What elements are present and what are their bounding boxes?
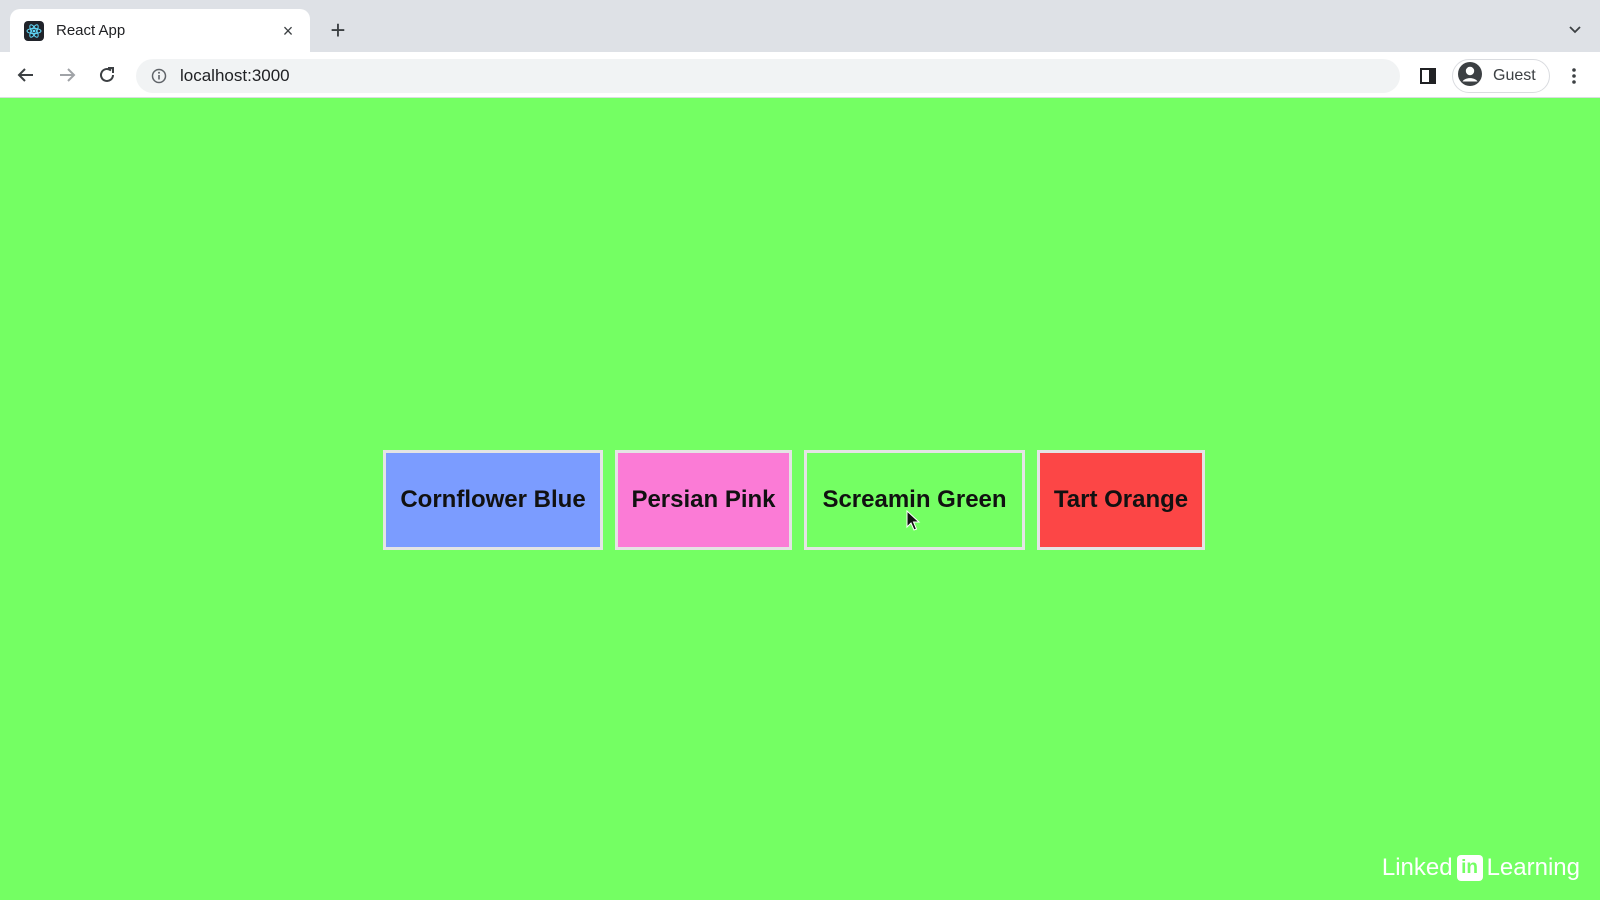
linkedin-logo-icon: in bbox=[1456, 855, 1483, 881]
watermark-left-text: Linked bbox=[1381, 854, 1453, 881]
persian-pink-button[interactable]: Persian Pink bbox=[615, 450, 792, 550]
url-text: localhost:3000 bbox=[180, 66, 290, 85]
avatar-icon bbox=[1457, 61, 1483, 92]
page-content: Cornflower Blue Persian Pink Screamin Gr… bbox=[0, 98, 1600, 900]
tart-orange-button[interactable]: Tart Orange bbox=[1037, 450, 1205, 550]
screamin-green-button[interactable]: Screamin Green bbox=[804, 450, 1025, 550]
new-tab-button[interactable]: + bbox=[324, 16, 352, 44]
linkedin-learning-watermark: Linked in Learning bbox=[1382, 854, 1580, 882]
reload-icon[interactable] bbox=[93, 61, 121, 89]
tab-strip: React App × + bbox=[0, 0, 1600, 52]
site-info-icon[interactable] bbox=[150, 67, 168, 85]
profile-button[interactable]: Guest bbox=[1452, 59, 1550, 93]
side-panel-icon[interactable] bbox=[1416, 64, 1440, 88]
profile-label: Guest bbox=[1493, 67, 1536, 84]
watermark-right-text: Learning bbox=[1486, 854, 1580, 881]
react-logo-icon bbox=[24, 20, 44, 41]
color-button-row: Cornflower Blue Persian Pink Screamin Gr… bbox=[383, 450, 1205, 550]
back-arrow-icon[interactable] bbox=[12, 61, 40, 89]
forward-arrow-icon[interactable] bbox=[53, 61, 81, 89]
tab-search-chevron-icon[interactable] bbox=[1564, 18, 1586, 40]
tab-close-icon[interactable]: × bbox=[278, 21, 298, 41]
browser-toolbar: localhost:3000 Guest bbox=[0, 52, 1600, 98]
tab-react-app[interactable]: React App × bbox=[10, 9, 310, 52]
mouse-cursor-icon bbox=[906, 510, 921, 531]
tab-title: React App bbox=[56, 22, 126, 39]
kebab-menu-icon[interactable] bbox=[1562, 64, 1586, 88]
address-bar[interactable]: localhost:3000 bbox=[136, 59, 1400, 93]
cornflower-blue-button[interactable]: Cornflower Blue bbox=[383, 450, 603, 550]
